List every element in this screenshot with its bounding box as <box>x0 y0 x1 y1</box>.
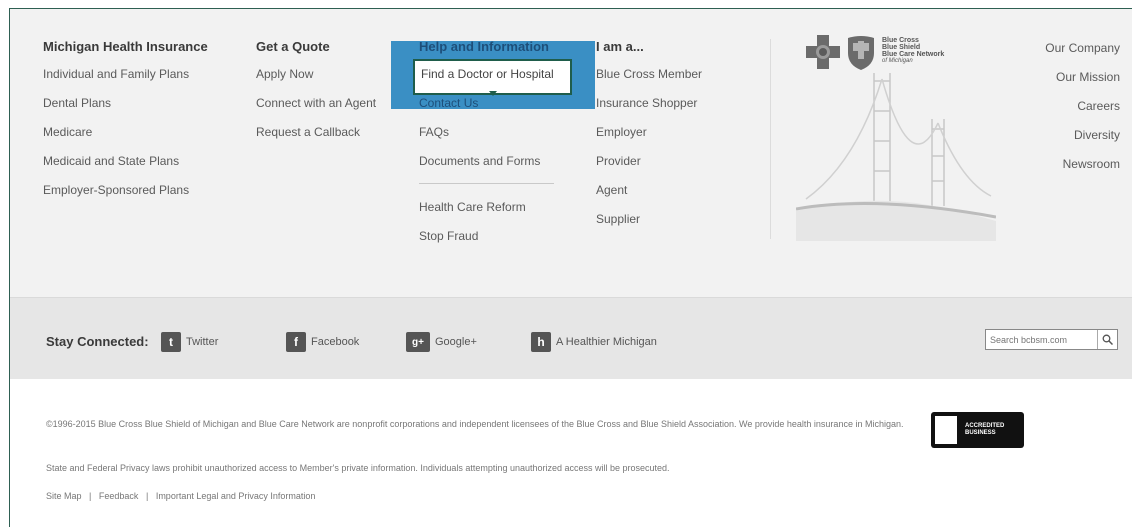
logo-line: Blue Shield <box>882 44 921 51</box>
facebook-link[interactable]: f Facebook <box>286 332 359 352</box>
link-insurance-shopper[interactable]: Insurance Shopper <box>596 96 702 125</box>
link-medicare[interactable]: Medicare <box>43 125 208 154</box>
column-heading: Michigan Health Insurance <box>43 39 208 54</box>
footer-links-area: Michigan Health Insurance Individual and… <box>10 9 1132 297</box>
social-label: Google+ <box>435 336 477 348</box>
bbb-text: ACCREDITED BUSINESS <box>965 423 1004 437</box>
bbb-accredited-badge[interactable]: ACCREDITED BUSINESS <box>931 412 1024 448</box>
twitter-icon: t <box>161 332 181 352</box>
blue-cross-icon <box>806 35 840 69</box>
link-diversity[interactable]: Diversity <box>1045 128 1120 157</box>
link-health-care-reform[interactable]: Health Care Reform <box>419 200 554 229</box>
bbb-line: BUSINESS <box>965 430 996 436</box>
company-links: Our Company Our Mission Careers Diversit… <box>1045 41 1120 186</box>
link-connect-agent[interactable]: Connect with an Agent <box>256 96 376 125</box>
social-label: Twitter <box>186 336 219 348</box>
link-find-doctor[interactable]: Find a Doctor or Hospital <box>419 67 554 96</box>
help-and-information-column: Help and Information Find a Doctor or Ho… <box>419 39 554 258</box>
bbb-torch-icon <box>935 416 957 444</box>
link-separator: | <box>89 491 92 501</box>
link-our-company[interactable]: Our Company <box>1045 41 1120 70</box>
link-site-map[interactable]: Site Map <box>46 491 82 501</box>
blue-shield-icon <box>848 36 874 70</box>
logo-text: Blue Cross Blue Shield Blue Care Network… <box>882 37 952 65</box>
link-legal-privacy[interactable]: Important Legal and Privacy Information <box>156 491 316 501</box>
link-newsroom[interactable]: Newsroom <box>1045 157 1120 186</box>
search-input[interactable] <box>986 330 1097 349</box>
link-supplier[interactable]: Supplier <box>596 212 702 241</box>
search-button[interactable] <box>1097 330 1117 349</box>
column-heading: Help and Information <box>419 39 549 54</box>
link-careers[interactable]: Careers <box>1045 99 1120 128</box>
link-dental-plans[interactable]: Dental Plans <box>43 96 208 125</box>
link-individual-family-plans[interactable]: Individual and Family Plans <box>43 67 208 96</box>
logo-line: Blue Care Network <box>882 51 945 58</box>
legal-area: ©1996-2015 Blue Cross Blue Shield of Mic… <box>10 379 1132 527</box>
divider <box>419 183 554 184</box>
link-apply-now[interactable]: Apply Now <box>256 67 376 96</box>
healthier-michigan-link[interactable]: h A Healthier Michigan <box>531 332 657 352</box>
social-bar: Stay Connected: t Twitter f Facebook g+ … <box>10 297 1132 379</box>
site-search <box>985 329 1118 350</box>
social-label: A Healthier Michigan <box>556 336 657 348</box>
link-provider[interactable]: Provider <box>596 154 702 183</box>
logo-line: Blue Cross <box>882 37 919 44</box>
copyright-text: ©1996-2015 Blue Cross Blue Shield of Mic… <box>46 419 904 429</box>
column-heading: Get a Quote <box>256 39 330 54</box>
google-plus-link[interactable]: g+ Google+ <box>406 332 477 352</box>
link-separator: | <box>145 491 149 501</box>
link-employer-sponsored[interactable]: Employer-Sponsored Plans <box>43 183 208 212</box>
link-blue-cross-member[interactable]: Blue Cross Member <box>596 67 702 96</box>
link-feedback[interactable]: Feedback <box>99 491 139 501</box>
get-a-quote-column: Get a Quote Apply Now Connect with an Ag… <box>256 39 376 154</box>
link-request-callback[interactable]: Request a Callback <box>256 125 376 154</box>
social-label: Facebook <box>311 336 360 348</box>
link-our-mission[interactable]: Our Mission <box>1045 70 1120 99</box>
link-faqs[interactable]: FAQs <box>419 125 554 154</box>
search-icon <box>1102 334 1113 345</box>
healthier-michigan-icon: h <box>531 332 551 352</box>
legal-links: Site Map | Feedback | Important Legal an… <box>46 491 315 501</box>
link-contact-us[interactable]: Contact Us <box>419 96 554 125</box>
google-plus-icon: g+ <box>406 332 430 352</box>
stay-connected-label: Stay Connected: <box>46 334 149 349</box>
footer: Michigan Health Insurance Individual and… <box>9 8 1132 527</box>
i-am-a-column: I am a... Blue Cross Member Insurance Sh… <box>596 39 702 241</box>
michigan-health-insurance-column: Michigan Health Insurance Individual and… <box>43 39 208 212</box>
vertical-divider <box>770 39 771 239</box>
link-stop-fraud[interactable]: Stop Fraud <box>419 229 554 258</box>
link-medicaid[interactable]: Medicaid and State Plans <box>43 154 208 183</box>
facebook-icon: f <box>286 332 306 352</box>
link-documents-forms[interactable]: Documents and Forms <box>419 154 554 183</box>
link-employer[interactable]: Employer <box>596 125 702 154</box>
twitter-link[interactable]: t Twitter <box>161 332 218 352</box>
logo-line: of Michigan <box>882 58 913 64</box>
link-agent[interactable]: Agent <box>596 183 702 212</box>
privacy-notice: State and Federal Privacy laws prohibit … <box>46 463 670 473</box>
mackinac-bridge-image <box>796 73 996 241</box>
bbb-line: ACCREDITED <box>965 423 1005 429</box>
column-heading: I am a... <box>596 39 644 54</box>
